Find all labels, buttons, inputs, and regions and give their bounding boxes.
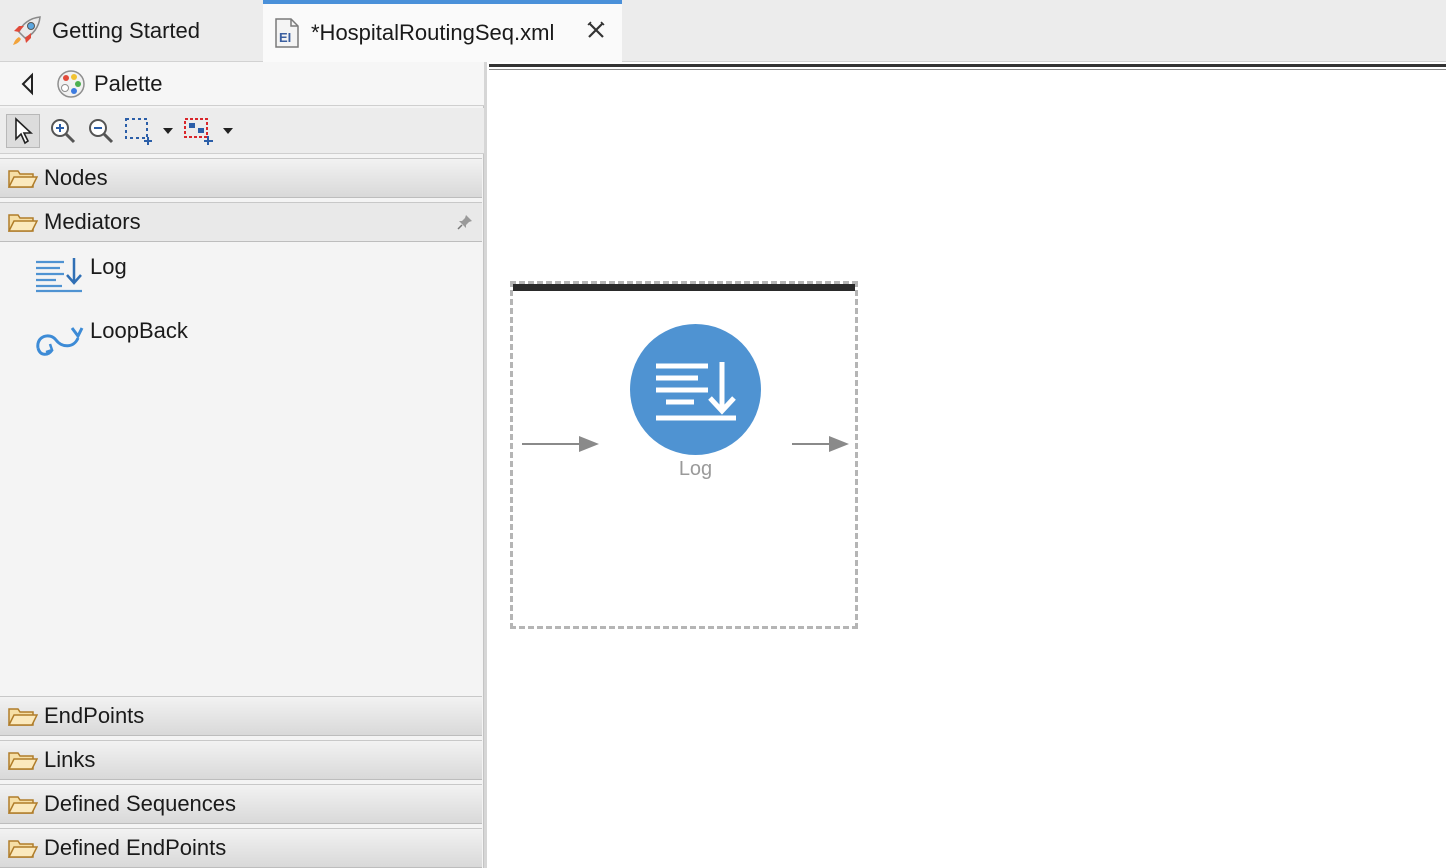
zoom-in-icon [51,119,76,144]
palette-item-loopback[interactable]: LoopBack [34,318,188,368]
marquee-select-icon [125,118,152,145]
drawer-nodes[interactable]: Nodes [0,158,482,198]
tab-label: Getting Started [52,17,200,43]
output-connector-arrow[interactable] [791,432,851,456]
marquee-tool-button[interactable] [122,114,156,148]
log-mediator-node[interactable] [630,324,761,455]
drawer-defined-endpoints[interactable]: Defined EndPoints [0,828,482,868]
palette-panel: Palette Nodes Mediators Log LoopBack End… [0,62,484,868]
zoom-in-button[interactable] [46,114,80,148]
palette-item-log[interactable]: Log [34,254,127,304]
svg-text:EI: EI [279,30,291,45]
connection-select-icon [184,118,213,145]
tab-label: *HospitalRoutingSeq.xml [311,20,555,45]
connection-dropdown[interactable] [220,114,236,148]
marquee-dropdown[interactable] [160,114,176,148]
sequence-title-bar [513,284,855,291]
folder-icon [8,752,38,770]
drawer-label: EndPoints [44,703,145,728]
tab-hospital-routing-seq[interactable]: EI *HospitalRoutingSeq.xml [263,0,622,62]
folder-icon [8,840,38,858]
chevron-down-icon [163,128,173,134]
drawer-mediators[interactable]: Mediators [0,202,482,242]
folder-icon [8,708,38,726]
loopback-icon [36,327,84,356]
tool-label: LoopBack [90,318,188,343]
drawer-label: Mediators [44,209,141,234]
select-tool-button[interactable] [6,114,40,148]
folder-icon [8,796,38,814]
folder-icon [8,170,38,188]
tool-label: Log [90,254,127,279]
canvas-ruler [489,64,1446,67]
editor-tab-bar: Getting Started EI *HospitalRoutingSeq.x… [0,0,1446,62]
log-mediator-icon [36,258,82,293]
palette-title: Palette [94,70,163,96]
folder-open-icon [8,214,38,232]
close-icon[interactable] [586,20,606,40]
drawer-endpoints[interactable]: EndPoints [0,696,482,736]
log-node-icon [656,362,736,421]
zoom-out-icon [89,119,114,144]
drawer-label: Defined EndPoints [44,835,227,860]
palette-icon [57,69,85,98]
drawer-label: Links [44,747,96,772]
drawer-label: Defined Sequences [44,791,237,816]
pin-icon[interactable] [456,213,474,231]
zoom-out-button[interactable] [84,114,118,148]
ei-file-icon: EI [275,18,299,48]
collapse-palette-icon[interactable] [18,72,38,96]
connection-tool-button[interactable] [182,114,216,148]
tab-getting-started[interactable]: Getting Started [0,0,262,61]
pointer-icon [15,117,34,145]
chevron-down-icon [223,128,233,134]
palette-toolbar [0,108,484,154]
drawer-label: Nodes [44,165,108,190]
drawer-links[interactable]: Links [0,740,482,780]
drawer-defined-sequences[interactable]: Defined Sequences [0,784,482,824]
design-canvas[interactable]: Log [487,62,1446,868]
canvas-ruler-line [489,69,1446,70]
rocket-icon [13,15,41,45]
log-node-label: Log [678,458,713,480]
palette-header: Palette [0,62,484,106]
input-connector-arrow[interactable] [521,432,601,456]
